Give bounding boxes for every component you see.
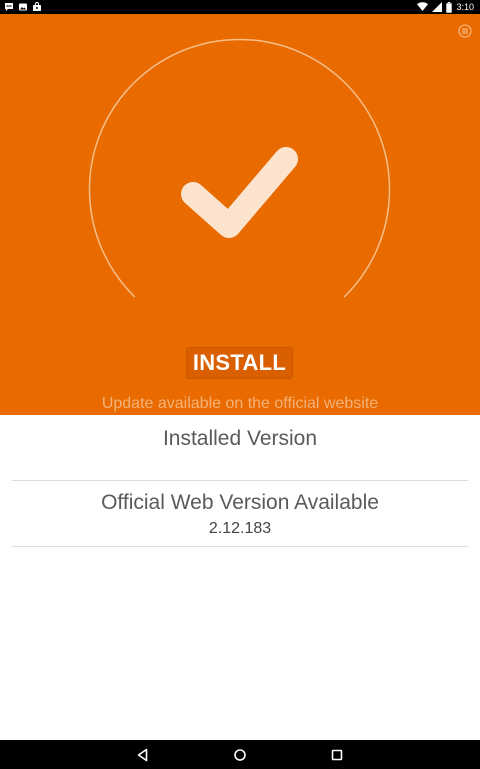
divider: [12, 546, 468, 547]
back-button[interactable]: [135, 747, 151, 763]
home-button[interactable]: [232, 747, 248, 763]
update-notice: Update available on the official website: [101, 395, 379, 412]
web-version-value: 2.12.183: [208, 520, 272, 537]
gallery-icon: [18, 2, 28, 12]
notification-icons: [4, 2, 42, 12]
installed-version-label: Installed Version: [162, 427, 318, 450]
checkmark-icon: [181, 147, 298, 238]
cellular-signal-icon: [432, 2, 443, 12]
web-version-row: Official Web Version Available 2.12.183: [0, 480, 480, 539]
progress-ring: [88, 38, 391, 298]
navigation-bar: [0, 740, 480, 769]
status-bar: 3:10: [0, 0, 480, 14]
battery-icon: [446, 1, 453, 13]
shopping-bag-icon: [32, 2, 42, 12]
recents-icon: [331, 749, 343, 761]
home-icon: [234, 749, 246, 761]
install-button[interactable]: INSTALL: [186, 347, 293, 379]
back-icon: [137, 748, 148, 762]
chat-bubble-icon: [4, 2, 14, 12]
clock: 3:10: [456, 2, 474, 12]
wifi-icon: [417, 2, 429, 12]
hero-panel: INSTALL Update available on the official…: [0, 14, 480, 415]
recents-button[interactable]: [329, 747, 345, 763]
version-info: Installed Version Official Web Version A…: [0, 415, 480, 547]
installed-version-row: Installed Version: [0, 415, 480, 480]
web-version-label: Official Web Version Available: [101, 491, 379, 514]
system-icons: 3:10: [417, 1, 474, 13]
status-dial: [0, 14, 480, 344]
